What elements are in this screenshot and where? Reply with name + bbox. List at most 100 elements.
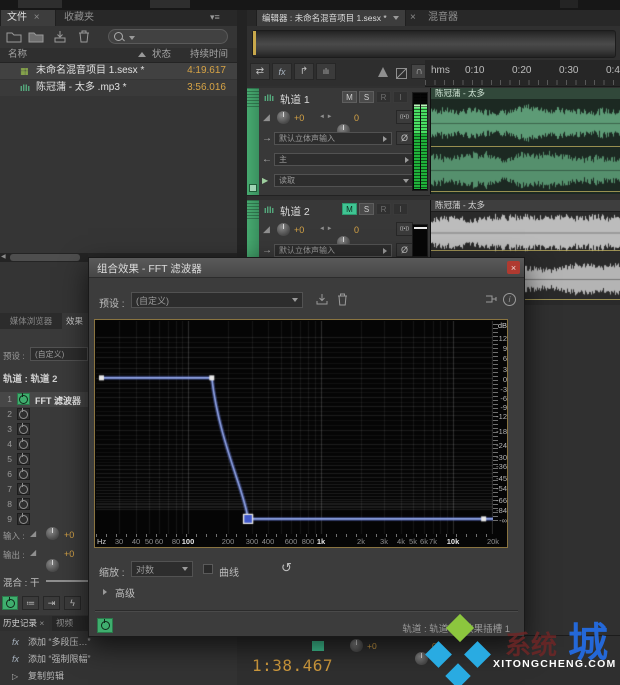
col-status[interactable]: 状态 <box>152 48 171 62</box>
dialog-close-button[interactable]: × <box>507 261 520 274</box>
spline-checkbox[interactable] <box>203 564 213 574</box>
slot-power-toggle[interactable] <box>17 437 30 450</box>
tab-editor[interactable]: 编辑器 : 未命名混音项目 1.sesx * <box>256 10 406 26</box>
track1-solo-button[interactable]: S <box>359 91 374 103</box>
trash-icon[interactable] <box>78 30 90 46</box>
input-gain-value[interactable]: +0 <box>64 530 74 540</box>
new-folder-icon[interactable] <box>28 30 44 46</box>
input-gain-knob[interactable] <box>46 527 59 540</box>
automation-tool-button[interactable]: ↱ <box>294 63 314 80</box>
strip-pan-knob[interactable] <box>415 652 428 665</box>
slot-power-toggle[interactable] <box>17 482 30 495</box>
history-item[interactable]: fx 添加 “强制限幅” <box>0 652 110 667</box>
output-gain-knob[interactable] <box>46 559 59 572</box>
strip-pan-value[interactable]: 0 <box>432 641 437 651</box>
ruler-unit-label[interactable]: hms <box>431 65 450 76</box>
fx-slot-row[interactable]: 4 <box>0 437 88 452</box>
save-preset-icon[interactable] <box>315 293 329 309</box>
file-row[interactable]: ▦ 未命名混音项目 1.sesx * 4:19.617 <box>0 63 237 79</box>
slot-effect-name[interactable]: FFT 滤波器 <box>35 394 81 407</box>
track1-name[interactable]: 轨道 1 <box>280 92 310 107</box>
panel-menu-icon[interactable]: ▾≡ <box>210 12 220 23</box>
top-toolbar-button[interactable] <box>150 0 190 8</box>
track1-volume-knob[interactable] <box>277 111 290 124</box>
fx-tool-button[interactable]: fx <box>272 63 292 80</box>
overview-playhead-marker[interactable] <box>253 31 256 55</box>
tab-video[interactable]: 视频 <box>56 616 73 631</box>
tab-close-icon[interactable]: × <box>39 618 44 628</box>
track1-monitor-speaker-button[interactable]: ((•)) <box>396 110 413 124</box>
top-toolbar-button[interactable] <box>560 0 578 8</box>
track2-clip[interactable]: 陈冠蒲 - 太多 <box>430 200 620 257</box>
mix-slider[interactable] <box>46 580 88 582</box>
col-duration[interactable]: 持续时间 <box>190 48 228 62</box>
track1-mute-button[interactable]: M <box>342 91 357 103</box>
tab-effects-rack[interactable]: 效果 <box>62 313 88 329</box>
track2-pan-value[interactable]: 0 <box>354 225 359 235</box>
file-row[interactable]: ıllı 陈冠蒲 - 太多 .mp3 * 3:56.016 <box>0 80 237 96</box>
dialog-preset-dropdown[interactable]: (自定义) <box>131 292 303 308</box>
track1-volume-value[interactable]: +0 <box>294 113 304 123</box>
track2-waveform-bottom[interactable] <box>523 261 620 297</box>
history-item[interactable]: fx 添加 “多段压…” <box>0 635 110 650</box>
track2-mute-button[interactable]: M <box>342 203 357 215</box>
search-input[interactable] <box>108 29 228 44</box>
open-folder-icon[interactable] <box>6 30 22 46</box>
track1-arm-button[interactable]: R <box>376 91 391 103</box>
fft-curve-canvas[interactable] <box>96 321 493 534</box>
track2-solo-button[interactable]: S <box>359 203 374 215</box>
history-item[interactable]: ▷ 复制剪辑 <box>0 669 110 684</box>
scroll-left-icon[interactable]: ◀ <box>1 253 6 262</box>
tab-favorites[interactable]: 收藏夹 <box>64 10 94 26</box>
output-gain-value[interactable]: +0 <box>64 549 74 559</box>
dialog-titlebar[interactable]: 组合效果 - FFT 滤波器 × <box>89 258 524 278</box>
strip-volume-value[interactable]: +0 <box>367 641 377 651</box>
track2-monitor-speaker-button[interactable]: ((•)) <box>396 222 413 236</box>
rack-insert-button[interactable]: ⇥ <box>43 596 60 610</box>
clip-gain-line[interactable] <box>523 299 620 300</box>
channel-map-icon[interactable] <box>485 294 497 308</box>
metronome-icon[interactable] <box>378 67 388 77</box>
tab-history[interactable]: 历史记录 × <box>0 616 52 631</box>
track2-input-select[interactable]: 默认立体声输入 <box>274 244 392 257</box>
files-hscrollbar[interactable]: ◀ <box>0 253 88 262</box>
fx-slot-row[interactable]: 7 <box>0 482 88 497</box>
tab-mixer[interactable]: 混音器 <box>428 10 458 26</box>
rack-preset-dropdown[interactable]: (自定义) <box>30 347 88 361</box>
time-display[interactable]: 1:38.467 <box>252 656 333 675</box>
rack-process-button[interactable]: ϟ <box>64 596 81 610</box>
track1-input-select[interactable]: 默认立体声输入 <box>274 132 392 145</box>
fx-slot-row[interactable]: 8 <box>0 497 88 512</box>
rack-power-toggle[interactable] <box>2 596 18 610</box>
track2-volume-knob[interactable] <box>277 223 290 236</box>
track2-volume-value[interactable]: +0 <box>294 225 304 235</box>
track1-input-monitor-button[interactable]: I <box>393 91 408 103</box>
rack-list-button[interactable]: ≔ <box>22 596 39 610</box>
track1-drag-strip[interactable] <box>247 88 259 195</box>
track2-arm-button[interactable]: R <box>376 203 391 215</box>
strip-volume-knob[interactable] <box>350 639 363 652</box>
track1-output-select[interactable]: 主 <box>274 153 414 166</box>
slot-power-toggle[interactable] <box>17 452 30 465</box>
fx-slot-row[interactable]: 1 FFT 滤波器 <box>0 392 88 407</box>
advanced-expander-icon[interactable] <box>103 589 107 595</box>
tab-files[interactable]: 文件 × <box>0 10 56 26</box>
track2-waveform-top[interactable] <box>431 212 620 253</box>
clip-title-bar[interactable]: 陈冠蒲 - 太多 <box>431 88 620 99</box>
scrollbar-thumb[interactable] <box>10 254 80 261</box>
reset-icon[interactable]: ↺ <box>281 560 292 576</box>
track2-phase-button[interactable]: Ø <box>396 243 413 257</box>
track1-pan-value[interactable]: 0 <box>354 113 359 123</box>
track1-automation-select[interactable]: 读取 <box>274 174 414 187</box>
timeline-ruler[interactable]: hms 0:10 0:20 0:30 0:40 <box>425 60 620 87</box>
slot-power-toggle[interactable] <box>17 392 30 405</box>
info-icon[interactable]: i <box>503 293 516 306</box>
slot-power-toggle[interactable] <box>17 422 30 435</box>
slot-power-toggle[interactable] <box>17 467 30 480</box>
track-minimize-box[interactable] <box>249 184 257 192</box>
fx-slot-row[interactable]: 5 <box>0 452 88 467</box>
track2-drag-strip[interactable] <box>247 200 259 257</box>
col-name[interactable]: 名称 <box>8 48 27 62</box>
import-file-icon[interactable] <box>52 30 68 46</box>
tab-close-icon[interactable]: × <box>34 12 40 23</box>
